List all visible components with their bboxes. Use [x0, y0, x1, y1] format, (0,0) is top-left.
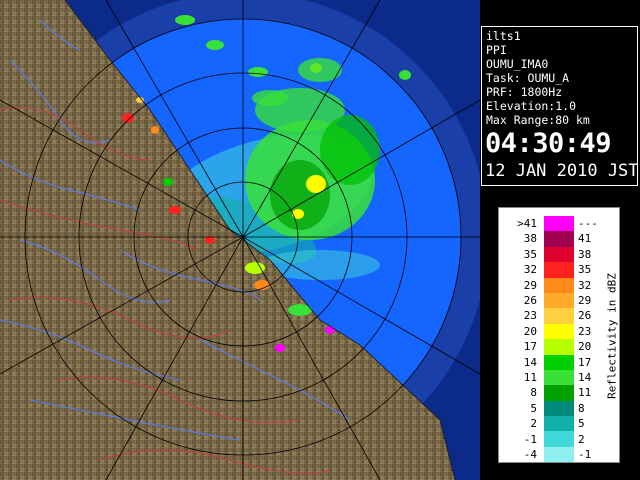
prf-value: PRF: 1800Hz [486, 85, 563, 99]
legend-low-12: 5 [530, 401, 537, 415]
legend-high-6: 26 [578, 309, 592, 323]
legend-swatch-0 [544, 216, 574, 232]
legend-low-6: 23 [523, 309, 537, 323]
legend-swatch-11 [544, 385, 574, 401]
legend-swatch-5 [544, 292, 574, 309]
legend-low-11: 8 [530, 386, 537, 400]
echo-green-nw2 [252, 90, 288, 106]
echo-green-far [399, 70, 411, 80]
legend-high-11: 11 [578, 386, 592, 400]
legend-high-2: 38 [578, 247, 592, 261]
legend-low-1: 38 [523, 232, 537, 246]
info-panel: ilts1 PPI OUMU_IMA0 Task: OUMU_A PRF: 18… [481, 26, 639, 186]
legend-swatch-9 [544, 354, 574, 370]
legend-high-5: 29 [578, 294, 592, 307]
legend-swatch-10 [544, 369, 574, 386]
legend-low-0: >41 [517, 217, 537, 230]
legend-low-3: 32 [523, 263, 537, 277]
legend-swatch-13 [544, 416, 574, 432]
legend-low-2: 35 [523, 247, 537, 261]
legend-high-14: 2 [578, 432, 585, 446]
echo-yellow-small [292, 209, 304, 219]
legend-high-10: 14 [578, 371, 592, 384]
legend-high-7: 23 [578, 324, 592, 338]
radar-site [241, 235, 245, 239]
echo-green-top2 [206, 40, 224, 50]
legend-low-4: 29 [523, 278, 537, 292]
legend-high-9: 17 [578, 355, 592, 369]
legend-swatch-7 [544, 323, 574, 340]
legend-high-0: --- [578, 217, 598, 230]
product-type: PPI [486, 43, 507, 57]
radar-ppi-map [0, 0, 480, 480]
legend-low-5: 26 [523, 294, 537, 307]
legend-low-15: -4 [523, 448, 537, 461]
legend-swatch-1 [544, 231, 574, 247]
legend-high-13: 5 [578, 417, 585, 431]
legend-swatch-15 [544, 446, 574, 463]
legend-low-13: 2 [530, 417, 537, 431]
legend-swatch-8 [544, 339, 574, 355]
legend-unit-label: Reflectivity in dBZ [605, 273, 619, 399]
legend-swatch-3 [544, 262, 574, 278]
legend-swatches [544, 216, 574, 463]
legend-low-8: 17 [523, 340, 537, 354]
echo-green-top1 [175, 15, 195, 25]
scan-date: 12 JAN 2010 JST [485, 161, 639, 181]
scan-time: 04:30:49 [485, 128, 612, 159]
max-range-value: Max Range:80 km [486, 113, 590, 127]
legend-high-4: 32 [578, 278, 592, 292]
legend-high-1: 41 [578, 232, 592, 246]
site-name: ilts1 [486, 29, 521, 43]
echo-green-nw1 [248, 67, 268, 77]
legend-high-15: -1 [578, 448, 592, 461]
legend-high-8: 20 [578, 340, 592, 354]
legend-swatch-6 [544, 308, 574, 324]
reflectivity-legend: >41 --- 38 41 35 38 32 35 29 32 26 29 23 26 20 23 17 20 14… [498, 207, 620, 463]
legend-swatch-12 [544, 400, 574, 417]
elevation-value: Elevation:1.0 [486, 99, 577, 113]
legend-swatch-14 [544, 431, 574, 447]
legend-low-9: 14 [523, 355, 537, 369]
echo-green-east [320, 115, 380, 185]
legend-low-10: 11 [523, 371, 537, 384]
legend-low-7: 20 [523, 324, 537, 338]
legend-low-14: -1 [523, 432, 537, 446]
task-name: Task: OUMU_A [486, 71, 570, 85]
volume-name: OUMU_IMA0 [486, 57, 549, 71]
legend-swatch-4 [544, 277, 574, 293]
echo-green-ne [298, 58, 342, 82]
legend-high-3: 35 [578, 263, 592, 277]
legend-swatch-2 [544, 246, 574, 263]
legend-high-12: 8 [578, 401, 585, 415]
